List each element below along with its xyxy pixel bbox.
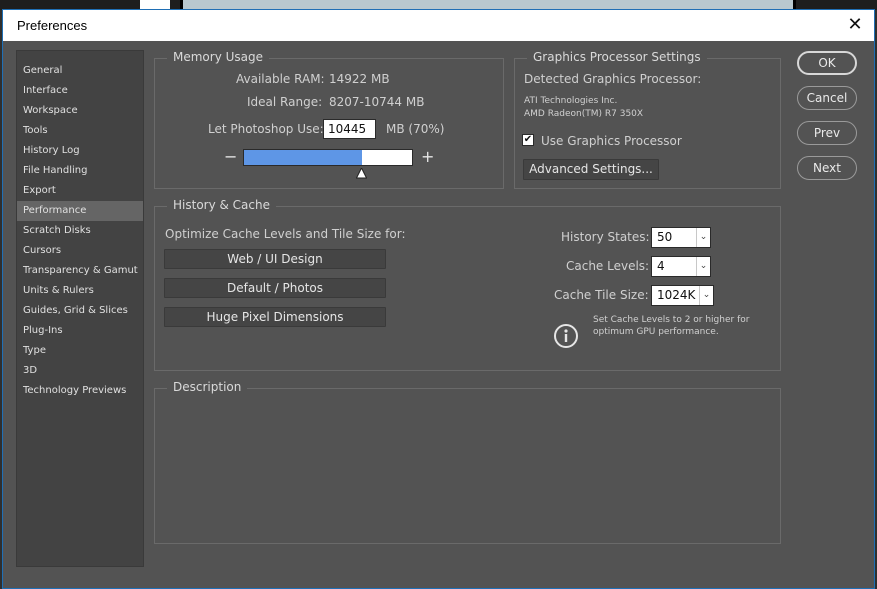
- memory-usage-title: Memory Usage: [167, 50, 270, 64]
- sidebar-item[interactable]: Technology Previews: [17, 381, 143, 401]
- chevron-down-icon: ⌄: [696, 257, 710, 276]
- decrease-memory-button[interactable]: −: [224, 149, 237, 165]
- close-icon[interactable]: ✕: [844, 14, 866, 36]
- sidebar-item[interactable]: Tools: [17, 121, 143, 141]
- dialog-title: Preferences: [17, 18, 88, 33]
- advanced-settings-button[interactable]: Advanced Settings...: [523, 159, 659, 180]
- sidebar-item[interactable]: General: [17, 61, 143, 81]
- memory-slider-fill: [244, 150, 362, 165]
- default-photos-button[interactable]: Default / Photos: [164, 278, 386, 298]
- sidebar-item[interactable]: Workspace: [17, 101, 143, 121]
- cancel-button[interactable]: Cancel: [797, 86, 857, 110]
- description-title: Description: [167, 380, 248, 394]
- next-button[interactable]: Next: [797, 156, 857, 180]
- sidebar-item[interactable]: Scratch Disks: [17, 221, 143, 241]
- ok-button[interactable]: OK: [797, 51, 857, 75]
- available-ram-value: 14922 MB: [329, 72, 390, 86]
- optimize-label: Optimize Cache Levels and Tile Size for:: [165, 227, 406, 241]
- sidebar-item[interactable]: Guides, Grid & Slices: [17, 301, 143, 321]
- description-group: Description: [154, 380, 781, 544]
- sidebar-item[interactable]: Type: [17, 341, 143, 361]
- gpu-settings-title: Graphics Processor Settings: [527, 50, 707, 64]
- cache-levels-value: 4: [657, 259, 665, 273]
- prev-button[interactable]: Prev: [797, 121, 857, 145]
- history-states-label: History States:: [561, 230, 650, 244]
- ideal-range-value: 8207-10744 MB: [329, 95, 425, 109]
- sidebar-item[interactable]: Units & Rulers: [17, 281, 143, 301]
- sidebar-item[interactable]: Plug-Ins: [17, 321, 143, 341]
- gpu-vendor: ATI Technologies Inc.: [524, 96, 618, 106]
- chevron-down-icon: ⌄: [699, 286, 713, 305]
- info-icon: [553, 323, 579, 349]
- huge-pixel-dimensions-button[interactable]: Huge Pixel Dimensions: [164, 307, 386, 327]
- memory-slider-track[interactable]: [243, 149, 413, 166]
- sidebar-list: General Interface Workspace Tools History Lo…: [17, 51, 143, 401]
- cache-tile-size-select[interactable]: 1024K ⌄: [651, 285, 714, 306]
- photoshop-use-label: Let Photoshop Use:: [208, 122, 324, 136]
- history-states-select[interactable]: 50 ⌄: [651, 227, 711, 248]
- web-ui-design-button[interactable]: Web / UI Design: [164, 249, 386, 269]
- preferences-sidebar: General Interface Workspace Tools History Lo…: [16, 50, 144, 567]
- cache-levels-select[interactable]: 4 ⌄: [651, 256, 711, 277]
- title-bar: Preferences ✕: [3, 10, 874, 41]
- cache-hint-line1: Set Cache Levels to 2 or higher for: [593, 315, 750, 325]
- sidebar-item[interactable]: File Handling: [17, 161, 143, 181]
- slider-thumb-icon[interactable]: [355, 166, 368, 179]
- use-gpu-checkbox[interactable]: ✔: [522, 134, 534, 146]
- sidebar-item[interactable]: History Log: [17, 141, 143, 161]
- cache-levels-label: Cache Levels:: [566, 259, 650, 273]
- cache-tile-size-label: Cache Tile Size:: [554, 288, 649, 302]
- gpu-model: AMD Radeon(TM) R7 350X: [524, 109, 644, 119]
- history-cache-title: History & Cache: [167, 198, 276, 212]
- cache-hint-line2: optimum GPU performance.: [593, 327, 719, 337]
- sidebar-item[interactable]: Interface: [17, 81, 143, 101]
- sidebar-item[interactable]: Transparency & Gamut: [17, 261, 143, 281]
- sidebar-item[interactable]: Export: [17, 181, 143, 201]
- checkmark-icon: ✔: [523, 134, 533, 145]
- sidebar-item[interactable]: 3D: [17, 361, 143, 381]
- detected-gpu-label: Detected Graphics Processor:: [524, 72, 702, 86]
- history-states-value: 50: [657, 230, 673, 244]
- use-gpu-label: Use Graphics Processor: [541, 134, 682, 148]
- memory-use-suffix: MB (70%): [386, 122, 445, 136]
- sidebar-item[interactable]: Performance: [17, 201, 143, 221]
- ideal-range-label: Ideal Range:: [247, 95, 323, 109]
- available-ram-label: Available RAM:: [236, 72, 325, 86]
- sidebar-item[interactable]: Cursors: [17, 241, 143, 261]
- cache-tile-size-value: 1024K: [657, 288, 696, 302]
- chevron-down-icon: ⌄: [696, 228, 710, 247]
- increase-memory-button[interactable]: +: [421, 149, 434, 165]
- memory-use-input[interactable]: 10445: [323, 119, 376, 139]
